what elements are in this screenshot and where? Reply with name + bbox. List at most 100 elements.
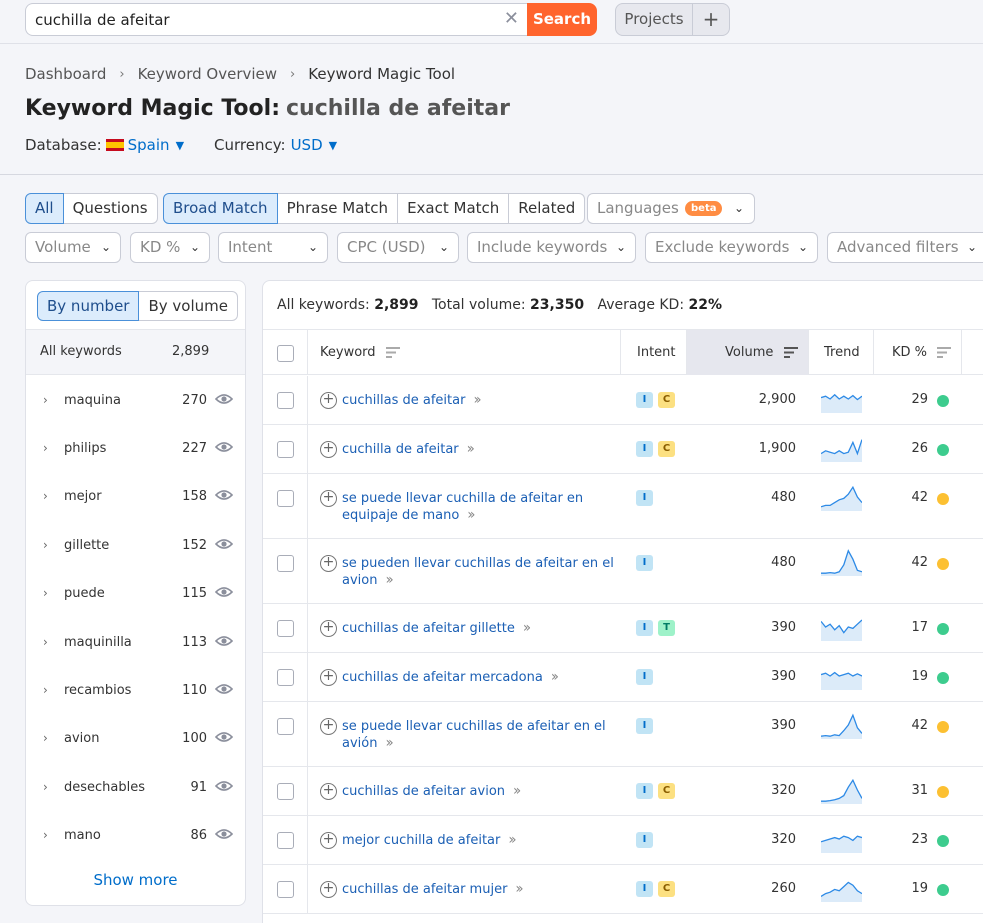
keyword-group-item[interactable]: › desechables 91 xyxy=(26,764,245,812)
by-number-button[interactable]: By number xyxy=(37,291,140,321)
eye-icon[interactable] xyxy=(215,635,233,647)
row-checkbox[interactable] xyxy=(277,490,294,507)
keyword-group-item[interactable]: › maquina 270 xyxy=(26,377,245,425)
filter-include-keywords[interactable]: Include keywords ⌄ xyxy=(467,232,636,263)
eye-icon[interactable] xyxy=(215,683,233,695)
row-checkbox[interactable] xyxy=(277,832,294,849)
double-chevron-icon[interactable]: ›› xyxy=(385,735,393,751)
chevron-right-icon[interactable]: › xyxy=(43,441,48,455)
add-to-list-icon[interactable]: + xyxy=(320,881,337,898)
eye-icon[interactable] xyxy=(215,393,233,405)
add-to-list-icon[interactable]: + xyxy=(320,490,337,507)
add-to-list-icon[interactable]: + xyxy=(320,832,337,849)
keyword-link[interactable]: mejor cuchilla de afeitar xyxy=(342,833,500,848)
chevron-right-icon[interactable]: › xyxy=(43,635,48,649)
add-to-list-icon[interactable]: + xyxy=(320,718,337,735)
keyword-link[interactable]: cuchillas de afeitar avion xyxy=(342,784,505,799)
chevron-right-icon[interactable]: › xyxy=(43,586,48,600)
add-to-list-icon[interactable]: + xyxy=(320,620,337,637)
keyword-group-item[interactable]: › maquinilla 113 xyxy=(26,619,245,667)
currency-select[interactable]: USD xyxy=(291,136,323,154)
add-to-list-icon[interactable]: + xyxy=(320,783,337,800)
show-more-link[interactable]: Show more xyxy=(26,871,245,889)
keyword-link[interactable]: se puede llevar cuchillas de afeitar en … xyxy=(342,719,606,751)
keyword-link[interactable]: se pueden llevar cuchillas de afeitar en… xyxy=(342,556,614,588)
keyword-link[interactable]: cuchillas de afeitar mujer xyxy=(342,882,507,897)
keyword-group-item[interactable]: › gillette 152 xyxy=(26,522,245,570)
keyword-link[interactable]: cuchillas de afeitar gillette xyxy=(342,621,515,636)
database-select[interactable]: Spain xyxy=(128,136,170,154)
breadcrumb-dashboard[interactable]: Dashboard xyxy=(25,65,106,83)
filter-intent[interactable]: Intent ⌄ xyxy=(218,232,328,263)
chevron-down-icon[interactable]: ▼ xyxy=(329,139,337,152)
row-checkbox[interactable] xyxy=(277,669,294,686)
languages-dropdown[interactable]: Languages beta ⌄ xyxy=(587,193,755,224)
eye-icon[interactable] xyxy=(215,538,233,550)
chevron-right-icon[interactable]: › xyxy=(43,683,48,697)
chevron-right-icon[interactable]: › xyxy=(43,828,48,842)
keyword-group-item[interactable]: › mano 86 xyxy=(26,812,245,860)
row-checkbox[interactable] xyxy=(277,441,294,458)
filter-exclude-keywords[interactable]: Exclude keywords ⌄ xyxy=(645,232,818,263)
tab-questions[interactable]: Questions xyxy=(63,193,158,224)
projects-button[interactable]: Projects xyxy=(615,3,693,36)
keyword-group-item[interactable]: › mejor 158 xyxy=(26,473,245,521)
eye-icon[interactable] xyxy=(215,586,233,598)
add-to-list-icon[interactable]: + xyxy=(320,392,337,409)
col-kd[interactable]: KD % xyxy=(874,330,962,375)
filter-advanced[interactable]: Advanced filters ⌄ xyxy=(827,232,983,263)
chevron-right-icon[interactable]: › xyxy=(43,780,48,794)
filter-cpc[interactable]: CPC (USD) ⌄ xyxy=(337,232,459,263)
select-all-checkbox[interactable] xyxy=(277,345,294,362)
tab-broad-match[interactable]: Broad Match xyxy=(163,193,278,224)
eye-icon[interactable] xyxy=(215,441,233,453)
filter-kd[interactable]: KD % ⌄ xyxy=(130,232,210,263)
row-checkbox[interactable] xyxy=(277,620,294,637)
search-button[interactable]: Search xyxy=(527,3,597,36)
keyword-link[interactable]: se puede llevar cuchilla de afeitar en e… xyxy=(342,491,583,523)
eye-icon[interactable] xyxy=(215,731,233,743)
chevron-down-icon[interactable]: ▼ xyxy=(176,139,184,152)
add-to-list-icon[interactable]: + xyxy=(320,555,337,572)
col-volume[interactable]: Volume xyxy=(687,330,809,375)
chevron-right-icon[interactable]: › xyxy=(43,393,48,407)
col-keyword[interactable]: Keyword xyxy=(308,330,621,375)
chevron-right-icon[interactable]: › xyxy=(43,731,48,745)
keyword-group-item[interactable]: › avion 100 xyxy=(26,715,245,763)
double-chevron-icon[interactable]: ›› xyxy=(508,832,516,848)
by-volume-button[interactable]: By volume xyxy=(139,291,238,321)
keyword-link[interactable]: cuchilla de afeitar xyxy=(342,442,459,457)
row-checkbox[interactable] xyxy=(277,555,294,572)
row-checkbox[interactable] xyxy=(277,783,294,800)
tab-all[interactable]: All xyxy=(25,193,64,224)
add-project-button[interactable]: + xyxy=(693,3,730,36)
double-chevron-icon[interactable]: ›› xyxy=(467,441,475,457)
chevron-right-icon[interactable]: › xyxy=(43,538,48,552)
double-chevron-icon[interactable]: ›› xyxy=(467,507,475,523)
double-chevron-icon[interactable]: ›› xyxy=(551,669,559,685)
breadcrumb-keyword-overview[interactable]: Keyword Overview xyxy=(138,65,277,83)
col-intent[interactable]: Intent xyxy=(621,330,687,375)
add-to-list-icon[interactable]: + xyxy=(320,441,337,458)
keyword-link[interactable]: cuchillas de afeitar mercadona xyxy=(342,670,543,685)
double-chevron-icon[interactable]: ›› xyxy=(523,620,531,636)
double-chevron-icon[interactable]: ›› xyxy=(473,392,481,408)
eye-icon[interactable] xyxy=(215,828,233,840)
eye-icon[interactable] xyxy=(215,780,233,792)
add-to-list-icon[interactable]: + xyxy=(320,669,337,686)
clear-icon[interactable]: ✕ xyxy=(504,9,519,29)
double-chevron-icon[interactable]: ›› xyxy=(515,881,523,897)
row-checkbox[interactable] xyxy=(277,392,294,409)
keyword-link[interactable]: cuchillas de afeitar xyxy=(342,393,465,408)
tab-related[interactable]: Related xyxy=(509,193,586,224)
keyword-group-item[interactable]: › philips 227 xyxy=(26,425,245,473)
row-checkbox[interactable] xyxy=(277,881,294,898)
chevron-right-icon[interactable]: › xyxy=(43,489,48,503)
keyword-group-item[interactable]: › recambios 110 xyxy=(26,667,245,715)
tab-phrase-match[interactable]: Phrase Match xyxy=(277,193,399,224)
keyword-group-item[interactable]: › puede 115 xyxy=(26,570,245,618)
row-checkbox[interactable] xyxy=(277,718,294,735)
double-chevron-icon[interactable]: ›› xyxy=(513,783,521,799)
search-input[interactable] xyxy=(35,10,495,30)
all-keywords-group[interactable]: All keywords 2,899 xyxy=(26,329,245,375)
